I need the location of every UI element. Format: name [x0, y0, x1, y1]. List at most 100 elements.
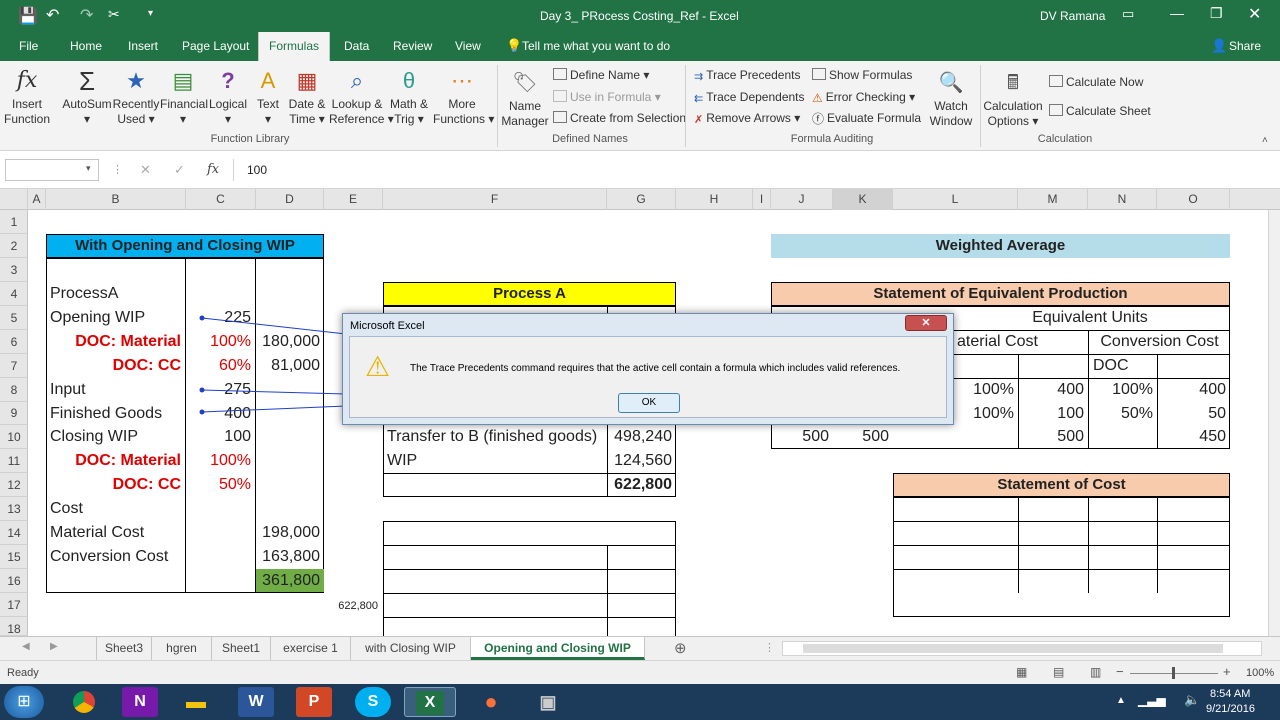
recently-used-button[interactable]: ★ Recently Used ▾ [112, 67, 160, 127]
onenote-taskbar-icon[interactable]: N [122, 687, 158, 717]
zoom-level[interactable]: 100% [1246, 667, 1274, 679]
cell-g12[interactable]: 622,800 [608, 473, 676, 496]
tab-scroll-left-icon[interactable]: ◀ [22, 641, 30, 652]
cell-o9[interactable]: 50 [1158, 402, 1230, 425]
start-button[interactable]: ⊞ [4, 686, 44, 718]
row-header[interactable]: 6 [0, 330, 28, 354]
sheet-tab[interactable]: with Closing WIP [351, 637, 471, 660]
autosum-button[interactable]: Σ AutoSum ▾ [60, 67, 114, 127]
cell-m9[interactable]: 100 [1019, 402, 1088, 425]
zoom-in-icon[interactable]: + [1223, 664, 1231, 679]
trace-dependents-button[interactable]: ⇇ Trace Dependents [694, 89, 805, 105]
name-box[interactable] [5, 159, 99, 181]
cell-g10[interactable]: 498,240 [608, 425, 676, 448]
column-header-a[interactable]: A [28, 189, 46, 210]
weighted-average-title[interactable]: Weighted Average [771, 234, 1230, 258]
date-time-button[interactable]: ▦ Date & Time ▾ [287, 67, 327, 127]
cell-d15[interactable]: 163,800 [256, 545, 324, 568]
use-in-formula-button[interactable]: Use in Formula ▾ [553, 89, 661, 105]
restore-icon[interactable]: ❐ [1210, 5, 1223, 22]
calculation-options-button[interactable]: 🖩 Calculation Options ▾ [983, 69, 1043, 129]
row-header[interactable]: 7 [0, 354, 28, 378]
cell-o8[interactable]: 400 [1158, 378, 1230, 401]
tab-home[interactable]: Home [70, 32, 102, 61]
column-header-e[interactable]: E [324, 189, 383, 210]
user-name[interactable]: DV Ramana [1040, 9, 1105, 23]
cell-m10[interactable]: 500 [1019, 425, 1088, 448]
conversion-cost-header[interactable]: Conversion Cost [1089, 330, 1230, 353]
formula-input[interactable]: 100 [233, 159, 1275, 181]
column-header-h[interactable]: H [676, 189, 753, 210]
redo-icon[interactable]: ↷ [80, 5, 93, 25]
cell-j10[interactable]: 500 [771, 425, 833, 448]
cell-n8[interactable]: 100% [1089, 378, 1157, 401]
tab-view[interactable]: View [455, 32, 481, 61]
normal-view-icon[interactable]: ▦ [1016, 665, 1027, 679]
row-header[interactable]: 11 [0, 449, 28, 473]
volume-icon[interactable]: 🔈 [1184, 692, 1200, 708]
column-header-k[interactable]: K [833, 189, 893, 210]
remove-arrows-button[interactable]: ✗ Remove Arrows ▾ [694, 110, 800, 126]
row-header[interactable]: 3 [0, 258, 28, 282]
row-header[interactable]: 18 [0, 617, 28, 636]
app-taskbar-icon[interactable]: ▣ [522, 687, 574, 717]
chrome-taskbar-icon[interactable] [58, 687, 110, 717]
cell-n9[interactable]: 50% [1089, 402, 1157, 425]
clock-time[interactable]: 8:54 AM [1210, 688, 1250, 700]
customize-qat-icon[interactable]: ▾ [148, 8, 153, 19]
text-button[interactable]: A Text ▾ [252, 67, 284, 127]
column-header-l[interactable]: L [893, 189, 1018, 210]
tab-insert[interactable]: Insert [128, 32, 158, 61]
cancel-icon[interactable]: ✕ [140, 162, 151, 178]
cell-b15[interactable]: Conversion Cost [46, 545, 172, 568]
calculate-now-button[interactable]: Calculate Now [1049, 74, 1143, 90]
cell-b13[interactable]: Cost [46, 497, 87, 520]
insert-function-icon[interactable]: fx [207, 162, 219, 177]
cell-c11[interactable]: 100% [186, 449, 255, 472]
column-header-d[interactable]: D [256, 189, 324, 210]
quick-access-icon[interactable]: ✂ [108, 6, 120, 23]
save-icon[interactable]: 💾 [18, 6, 38, 26]
financial-button[interactable]: ▤ Financial ▾ [160, 67, 208, 127]
close-icon[interactable]: ✕ [1248, 4, 1261, 24]
soc-title[interactable]: Statement of Cost [893, 473, 1230, 497]
cell-b14[interactable]: Material Cost [46, 521, 148, 544]
tab-page-layout[interactable]: Page Layout [182, 32, 249, 61]
cell-l9[interactable]: 100% [953, 402, 1018, 425]
name-box-dropdown-icon[interactable]: ▾ [86, 163, 91, 174]
page-layout-view-icon[interactable]: ▤ [1053, 665, 1064, 679]
horizontal-scroll-thumb[interactable] [803, 644, 1223, 653]
dialog-titlebar[interactable]: Microsoft Excel ✕ [343, 314, 953, 336]
cell-m8[interactable]: 400 [1019, 378, 1088, 401]
collapse-ribbon-icon[interactable]: ˄ [1262, 135, 1268, 146]
sheet-tab[interactable]: Sheet3 [96, 637, 152, 660]
row-header[interactable]: 4 [0, 282, 28, 306]
cell-b12[interactable]: DOC: CC [46, 473, 185, 496]
column-header-c[interactable]: C [186, 189, 256, 210]
row-header[interactable]: 1 [0, 210, 28, 234]
logical-button[interactable]: ? Logical ▾ [208, 67, 248, 127]
cell-b11[interactable]: DOC: Material [46, 449, 185, 472]
tab-data[interactable]: Data [344, 32, 369, 61]
sheet-tab[interactable]: Sheet1 [212, 637, 271, 660]
word-taskbar-icon[interactable]: W [238, 687, 274, 717]
column-header-j[interactable]: J [771, 189, 833, 210]
cell-n7[interactable]: DOC [1089, 354, 1133, 377]
row-header[interactable]: 16 [0, 569, 28, 593]
sheet-tab[interactable]: hgren [152, 637, 212, 660]
clock-date[interactable]: 9/21/2016 [1206, 703, 1255, 715]
column-header-g[interactable]: G [607, 189, 676, 210]
more-functions-button[interactable]: ⋯ More Functions ▾ [433, 67, 494, 127]
share-button[interactable]: Share [1229, 32, 1261, 61]
tell-me-box[interactable]: Tell me what you want to do [522, 32, 670, 61]
column-header-i[interactable]: I [753, 189, 771, 210]
cell-e17[interactable]: 622,800 [324, 595, 382, 618]
page-break-view-icon[interactable]: ▥ [1090, 665, 1101, 679]
file-explorer-taskbar-icon[interactable]: ▬ [170, 687, 222, 717]
horizontal-scrollbar[interactable] [782, 641, 1262, 656]
tab-review[interactable]: Review [393, 32, 432, 61]
row-header[interactable]: 8 [0, 378, 28, 402]
create-from-selection-button[interactable]: Create from Selection [553, 110, 686, 126]
watch-window-button[interactable]: 🔍 Watch Window [927, 69, 975, 129]
column-header-f[interactable]: F [383, 189, 607, 210]
